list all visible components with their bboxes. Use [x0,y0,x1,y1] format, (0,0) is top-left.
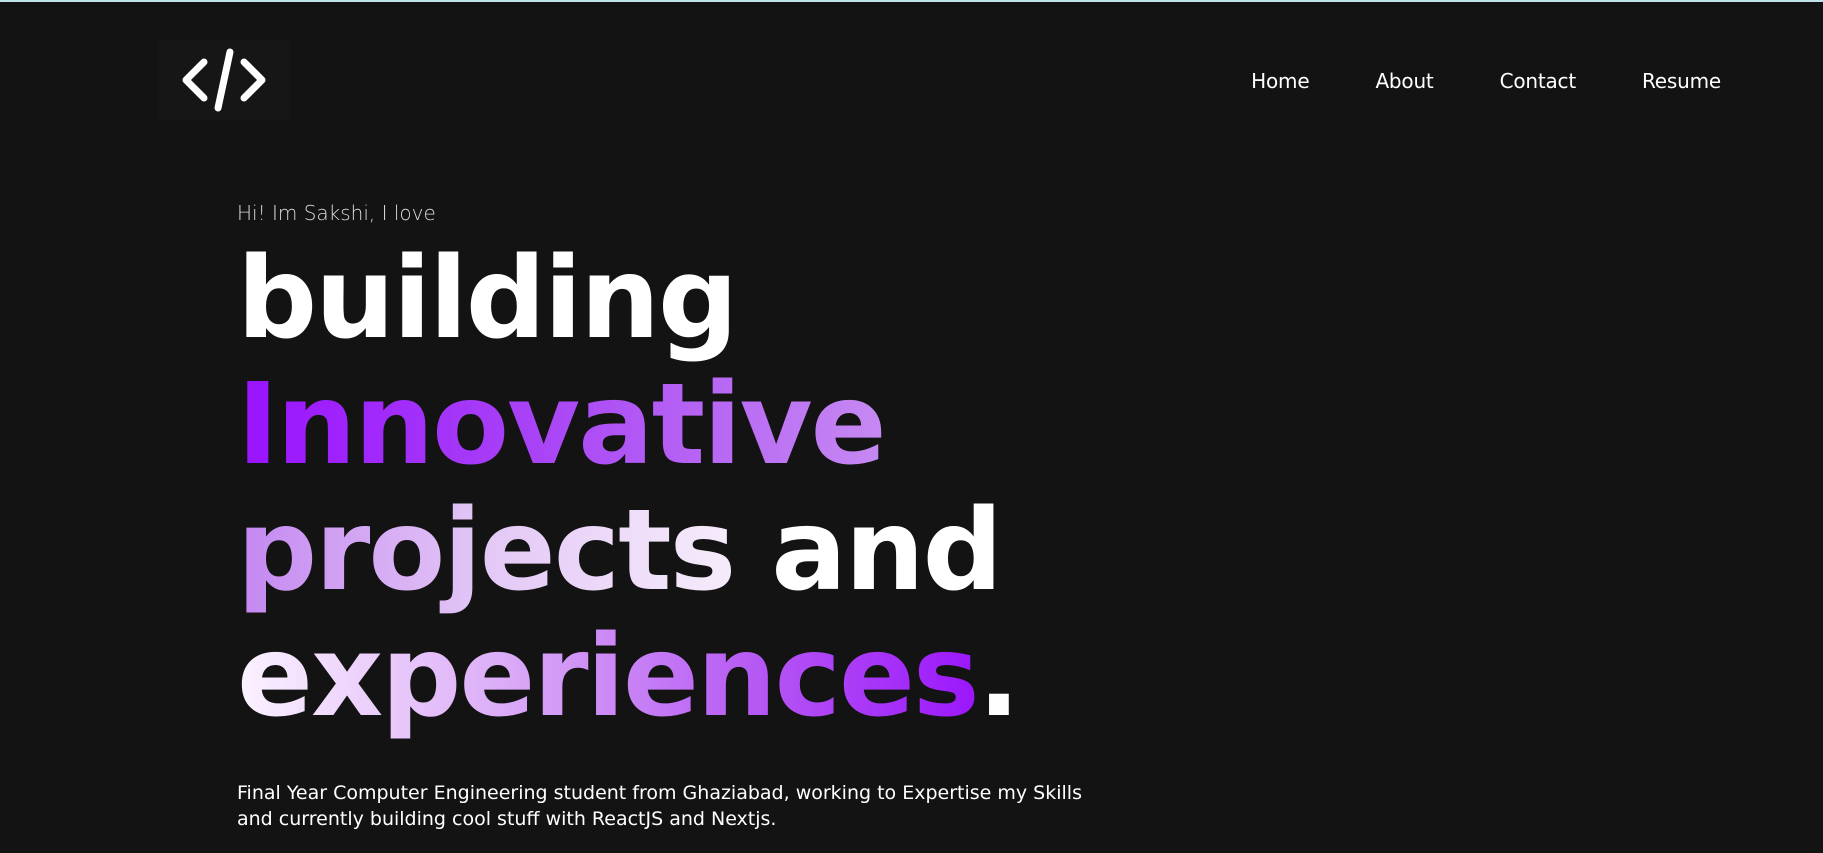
headline-line-projects: projects and [237,488,1337,614]
nav-contact-link[interactable]: Contact [1500,68,1577,94]
headline-period: . [977,612,1021,742]
headline-line-innovative: Innovative [237,362,1337,488]
headline-line-experiences: experiences. [237,614,1337,740]
hero-greeting: Hi! Im Sakshi, I love [237,201,436,225]
code-brackets-icon [182,48,266,112]
logo-home-link[interactable] [158,40,290,120]
headline-word-innovative: Innovative [237,360,887,490]
headline-word-and: and [734,486,1003,616]
hero-headline: building Innovative projects and experie… [237,236,1337,740]
nav-resume-link[interactable]: Resume [1642,68,1721,94]
headline-word-experiences: experiences [237,612,980,742]
hero-bio-line-2: and currently building cool stuff with R… [237,808,777,830]
headline-line-building: building [237,234,738,364]
nav-about-link[interactable]: About [1375,68,1433,94]
hero-bio-line-1: Final Year Computer Engineering student … [237,782,1082,804]
top-accent-bar [0,0,1823,2]
hero-section: Hi! Im Sakshi, I love building Innovativ… [237,200,1337,832]
main-nav: Home About Contact Resume [1185,68,1721,94]
hero-bio: Final Year Computer Engineering student … [237,780,1137,832]
headline-word-projects: projects [237,486,736,616]
nav-home-link[interactable]: Home [1251,68,1309,94]
